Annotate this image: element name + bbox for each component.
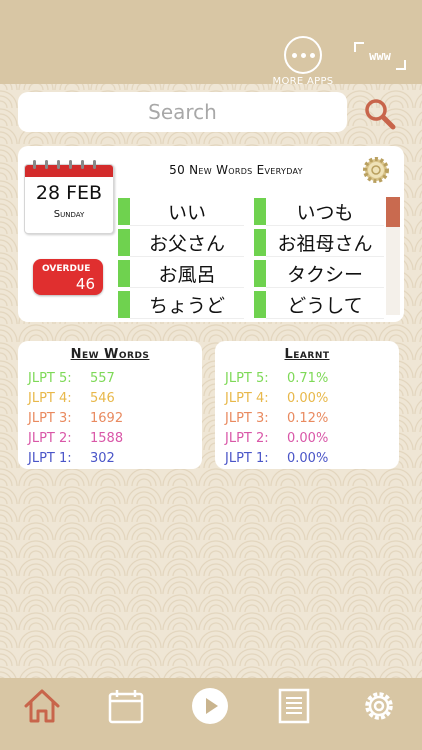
word-item[interactable]: タクシー (254, 260, 384, 288)
more-apps-button[interactable]: MORE APPS (268, 36, 338, 87)
stat-row: JLPT 4: 546 (28, 391, 115, 406)
website-label: www (369, 49, 391, 63)
overdue-button[interactable]: OVERDUE 46 (33, 259, 103, 295)
stat-row: JLPT 1: 302 (28, 451, 115, 466)
settings-icon[interactable] (360, 687, 398, 725)
document-icon[interactable] (275, 687, 313, 725)
overdue-count: 46 (75, 275, 95, 293)
daily-title: 50 New Words Everyday (169, 163, 303, 177)
word-item[interactable]: ちょうど (118, 291, 244, 319)
new-words-title: New Words (70, 347, 150, 362)
learnt-title: Learnt (284, 347, 330, 362)
word-item[interactable]: お風呂 (118, 260, 244, 288)
calendar-weekday: Sunday (53, 209, 85, 220)
stat-row: JLPT 3: 0.12% (225, 411, 329, 426)
calendar-icon[interactable] (107, 687, 145, 725)
stat-row: JLPT 3: 1692 (28, 411, 124, 426)
home-icon[interactable] (23, 687, 61, 725)
learnt-card[interactable]: Learnt JLPT 5: 0.71% JLPT 4: 0.00% JLPT 3:… (215, 341, 399, 469)
scrollbar-thumb[interactable] (386, 197, 400, 227)
website-button[interactable]: www (354, 42, 406, 70)
calendar-date: 28 FEB (35, 182, 103, 204)
stat-row: JLPT 2: 1588 (28, 431, 124, 446)
daily-words-card: 28 FEB Sunday OVERDUE 46 50 New Words Ev… (18, 146, 404, 322)
play-icon[interactable] (191, 687, 229, 725)
calendar-widget: 28 FEB Sunday (24, 160, 114, 234)
stat-row: JLPT 5: 0.71% (225, 371, 329, 386)
search-icon[interactable] (362, 96, 398, 132)
word-item[interactable]: お祖母さん (254, 229, 384, 257)
stat-row: JLPT 5: 557 (28, 371, 115, 386)
gear-icon[interactable] (361, 155, 391, 185)
stat-row: JLPT 2: 0.00% (225, 431, 329, 446)
search-input[interactable]: Search (18, 92, 347, 132)
more-apps-icon (284, 36, 322, 74)
word-item[interactable]: お父さん (118, 229, 244, 257)
stat-row: JLPT 1: 0.00% (225, 451, 329, 466)
overdue-label: OVERDUE (42, 264, 91, 274)
word-item[interactable]: どうして (254, 291, 384, 319)
stat-row: JLPT 4: 0.00% (225, 391, 329, 406)
new-words-card[interactable]: New Words JLPT 5: 557 JLPT 4: 546 JLPT 3: 1… (18, 341, 202, 469)
more-apps-label: MORE APPS (272, 76, 334, 87)
word-item[interactable]: いい (118, 198, 244, 226)
search-placeholder: Search (148, 100, 217, 124)
word-item[interactable]: いつも (254, 198, 384, 226)
